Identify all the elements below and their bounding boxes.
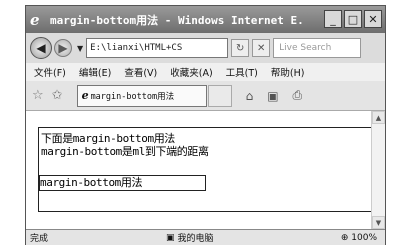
stop-button[interactable]: ✕ <box>252 39 271 57</box>
menu-view[interactable]: 查看(V) <box>124 65 157 79</box>
menu-bar: 文件(F) 编辑(E) 查看(V) 收藏夹(A) 工具(T) 帮助(H) <box>26 63 385 81</box>
close-button[interactable]: ✕ <box>364 10 382 28</box>
menu-favorites[interactable]: 收藏夹(A) <box>170 65 212 79</box>
minimize-button[interactable]: _ <box>324 10 342 28</box>
refresh-button[interactable]: ↻ <box>231 39 250 57</box>
status-bar: 完成 ▣ 我的电脑 ⊕ 100% <box>26 230 385 245</box>
back-arrow-icon: ◀ <box>36 41 46 55</box>
address-bar: ◀ ▶ ▼ E:\lianxi\HTML+CS ↻ ✕ Live Search <box>26 33 385 63</box>
back-button[interactable]: ◀ <box>30 37 52 59</box>
zoom-value: 100% <box>351 232 377 243</box>
forward-arrow-icon: ▶ <box>58 41 68 55</box>
ie-logo-icon: e <box>30 10 40 29</box>
status-text: 完成 <box>30 234 49 244</box>
stop-icon: ✕ <box>256 42 266 54</box>
print-icon[interactable]: ⎙ <box>293 88 303 103</box>
tab-label: margin-bottom用法 <box>90 91 175 102</box>
url-field[interactable]: E:\lianxi\HTML+CS <box>86 38 229 58</box>
search-input[interactable]: Live Search <box>273 38 362 58</box>
feeds-icon[interactable]: ▣ <box>267 89 278 103</box>
favorites-bar: ☆ ✩ e margin-bottom用法 ⌂ ▣ ⎙ <box>26 81 385 111</box>
maximize-button[interactable]: □ <box>344 10 362 28</box>
home-icon[interactable]: ⌂ <box>246 89 254 103</box>
menu-tools[interactable]: 工具(T) <box>226 65 258 79</box>
history-dropdown-icon[interactable]: ▼ <box>77 44 83 53</box>
refresh-icon: ↻ <box>235 42 245 54</box>
menu-help[interactable]: 帮助(H) <box>271 65 305 79</box>
computer-icon: ▣ <box>166 232 175 243</box>
zoom-icon: ⊕ <box>340 232 349 243</box>
menu-edit[interactable]: 编辑(E) <box>79 65 111 79</box>
tab-current[interactable]: e margin-bottom用法 <box>76 84 207 107</box>
scroll-down-icon[interactable]: ▼ <box>372 216 385 229</box>
window-title: margin-bottom用法 - Windows Internet E... <box>50 13 305 27</box>
browser-window: e margin-bottom用法 - Windows Internet E..… <box>25 5 386 245</box>
security-zone: ▣ 我的电脑 <box>166 231 286 245</box>
page-content: 下面是margin-bottom用法 margin-bottom是ml到下端的距… <box>26 111 385 230</box>
menu-file[interactable]: 文件(F) <box>34 65 66 79</box>
zone-label: 我的电脑 <box>177 234 214 244</box>
inner-box: margin-bottom用法 <box>39 175 206 191</box>
title-bar: e margin-bottom用法 - Windows Internet E..… <box>26 6 385 33</box>
forward-button[interactable]: ▶ <box>54 39 72 57</box>
new-tab-button[interactable] <box>207 84 232 107</box>
scroll-up-icon[interactable]: ▲ <box>372 111 385 124</box>
zoom-level[interactable]: ⊕ 100% <box>341 233 385 243</box>
window-controls: _ □ ✕ <box>324 10 382 28</box>
vertical-scrollbar[interactable]: ▲ ▼ <box>371 111 385 229</box>
outer-box: 下面是margin-bottom用法 margin-bottom是ml到下端的距… <box>38 127 374 212</box>
content-line-2: margin-bottom是ml到下端的距离 <box>41 145 209 158</box>
tab-ie-icon: e <box>81 89 89 102</box>
favorites-star-icon[interactable]: ☆ <box>32 88 44 103</box>
add-favorite-icon[interactable]: ✩ <box>52 88 63 103</box>
